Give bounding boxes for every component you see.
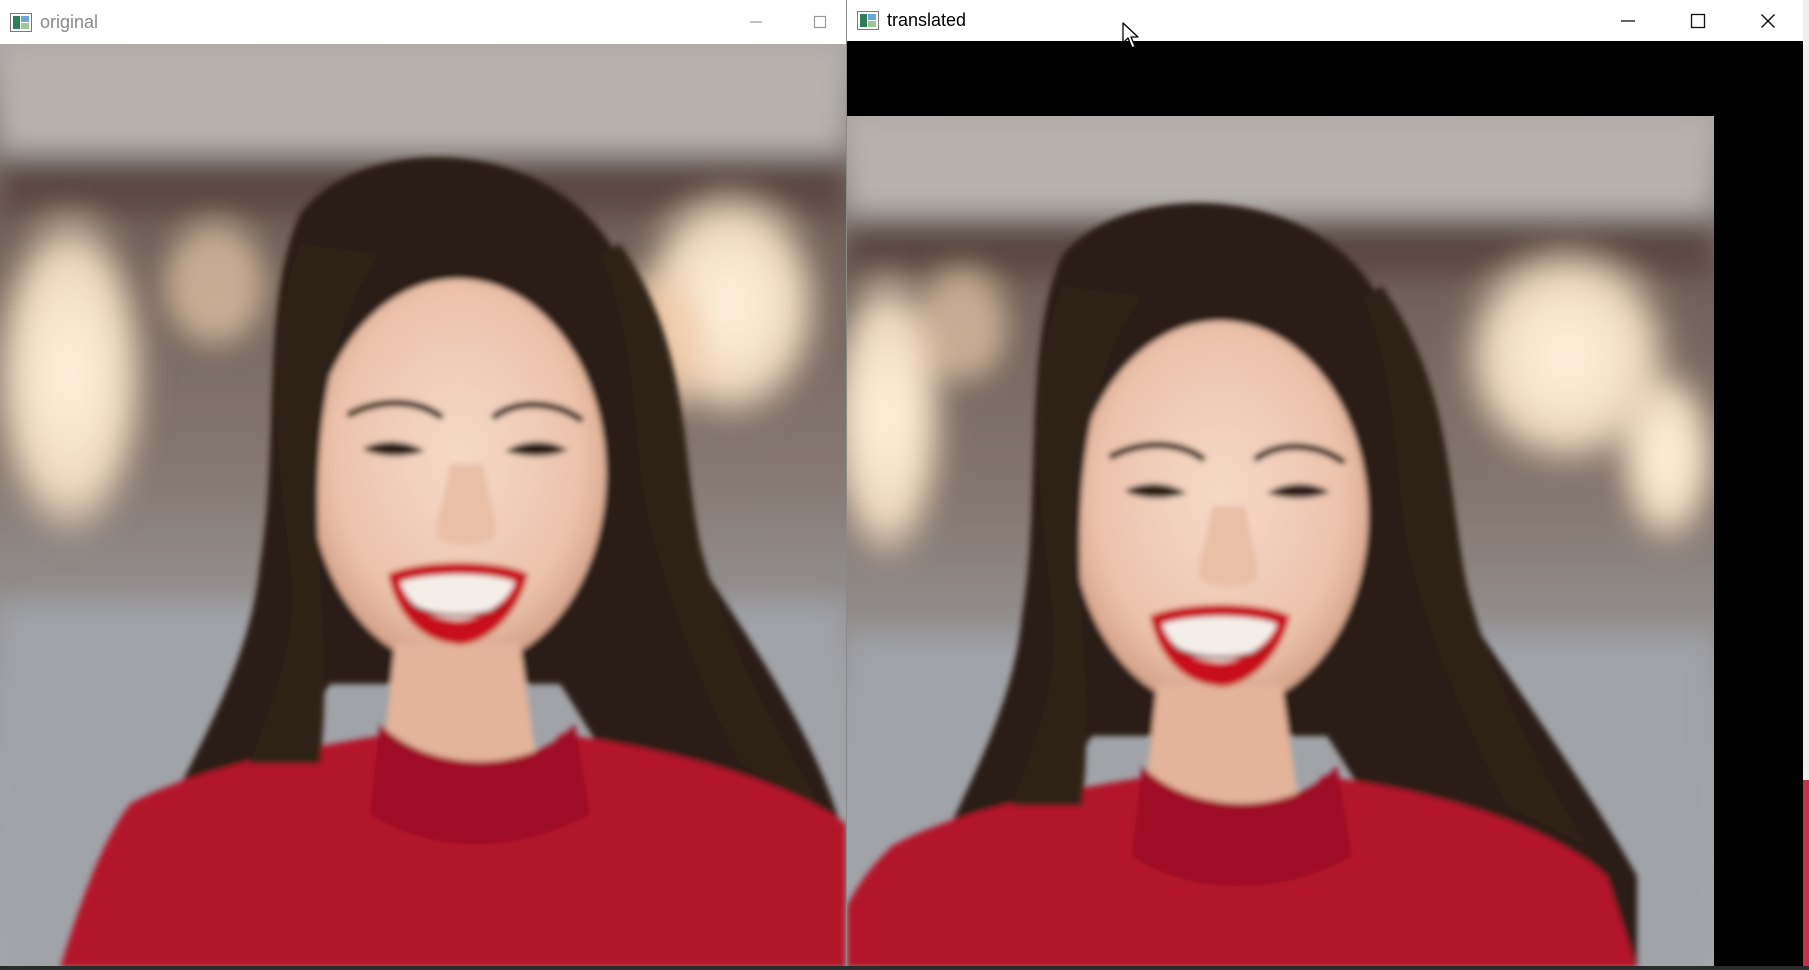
minimize-button[interactable] [1593, 0, 1663, 41]
portrait-photo [0, 44, 846, 968]
minimize-icon [750, 21, 762, 23]
window-title: original [40, 11, 99, 32]
minimize-button[interactable] [724, 0, 788, 44]
app-icon [857, 11, 879, 30]
image-view [0, 44, 846, 968]
desktop-background [0, 966, 1809, 970]
close-icon [1761, 13, 1775, 28]
portrait-photo [847, 116, 1714, 968]
background-strip [1802, 780, 1809, 970]
minimize-icon [1621, 19, 1635, 22]
original-window[interactable]: original [0, 0, 846, 968]
window-title: translated [887, 10, 967, 30]
maximize-button[interactable] [1663, 0, 1733, 41]
maximize-button[interactable] [788, 0, 846, 44]
image-view [847, 41, 1803, 968]
title-bar[interactable]: original [0, 0, 846, 44]
app-icon [10, 12, 32, 32]
maximize-icon [1690, 13, 1706, 28]
maximize-icon [813, 15, 827, 29]
mouse-cursor-icon [1122, 22, 1139, 49]
translated-window[interactable]: translated [846, 0, 1803, 968]
close-button[interactable] [1733, 0, 1803, 41]
title-bar[interactable]: translated [847, 0, 1803, 41]
